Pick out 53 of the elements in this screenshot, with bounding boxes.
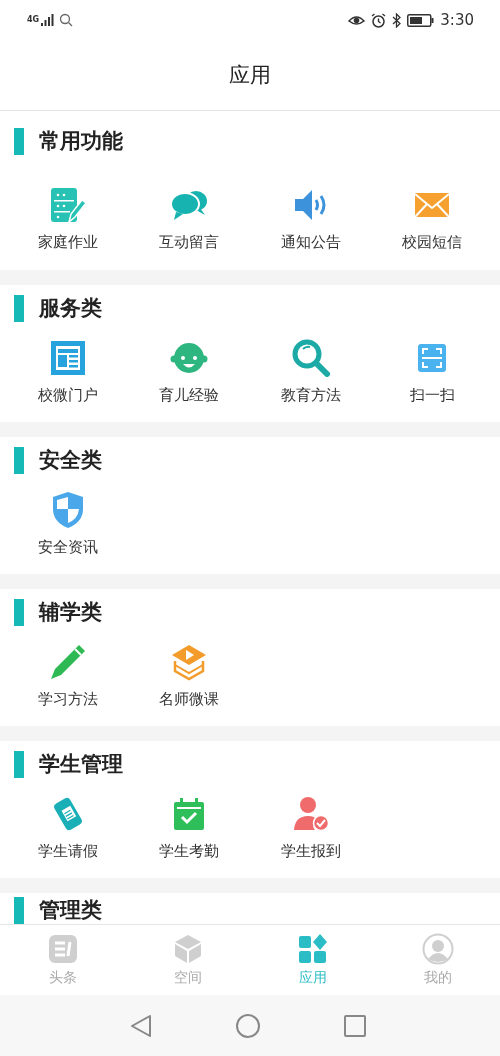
app-shortcut[interactable]: 通知公告 [250, 187, 372, 251]
search-icon [59, 13, 74, 27]
alarm-icon [371, 12, 387, 28]
accent-bar [14, 751, 24, 778]
eye-icon [348, 14, 366, 26]
accent-bar [14, 128, 24, 155]
news-icon [47, 934, 78, 964]
signal-icon [41, 14, 56, 26]
section-title: 安全类 [39, 447, 102, 474]
page-title: 应用 [229, 62, 271, 89]
envelope-icon [414, 191, 451, 219]
app-shortcut[interactable]: 学生报到 [250, 796, 372, 860]
shield-icon [51, 491, 84, 529]
newspaper-icon [49, 340, 86, 376]
grid-icon [297, 934, 328, 964]
network-label: 4G [27, 16, 40, 24]
section-title: 辅学类 [39, 599, 102, 626]
chat-bubbles-icon [170, 188, 209, 222]
app-shortcut[interactable]: 学习方法 [7, 644, 129, 708]
person-check-icon [292, 796, 329, 832]
battery-icon [407, 13, 435, 27]
app-shortcut[interactable]: 扫一扫 [371, 340, 493, 404]
section-title: 服务类 [39, 295, 102, 322]
app-shortcut[interactable]: 家庭作业 [7, 187, 129, 251]
accent-bar [14, 295, 24, 322]
search-icon [291, 339, 330, 377]
user-icon [421, 933, 454, 965]
homework-icon [48, 186, 87, 224]
app-shortcut[interactable]: 校园短信 [371, 187, 493, 251]
app-shortcut[interactable]: 学生考勤 [128, 796, 250, 860]
baby-face-icon [170, 340, 209, 376]
back-icon[interactable] [130, 1013, 152, 1038]
home-icon[interactable] [236, 1013, 260, 1038]
cube-icon [172, 934, 203, 964]
bluetooth-icon [392, 12, 402, 28]
section-title: 常用功能 [39, 128, 123, 155]
accent-bar [14, 447, 24, 474]
section-title: 管理类 [39, 897, 102, 924]
app-shortcut[interactable]: 学生请假 [7, 796, 129, 860]
app-shortcut[interactable]: 互动留言 [128, 187, 250, 251]
recents-icon[interactable] [344, 1014, 366, 1037]
scan-icon [417, 343, 448, 373]
section-title: 学生管理 [39, 751, 123, 778]
pencil-icon [48, 643, 87, 681]
app-shortcut[interactable]: 教育方法 [250, 340, 372, 404]
status-time: 3:30 [440, 11, 474, 29]
app-shortcut[interactable]: 育儿经验 [128, 340, 250, 404]
accent-bar [14, 897, 24, 924]
app-shortcut[interactable]: 名师微课 [128, 644, 250, 708]
app-shortcut[interactable]: 安全资讯 [7, 492, 129, 556]
app-shortcut[interactable]: 校微门户 [7, 340, 129, 404]
accent-bar [14, 599, 24, 626]
calendar-check-icon [173, 797, 206, 831]
